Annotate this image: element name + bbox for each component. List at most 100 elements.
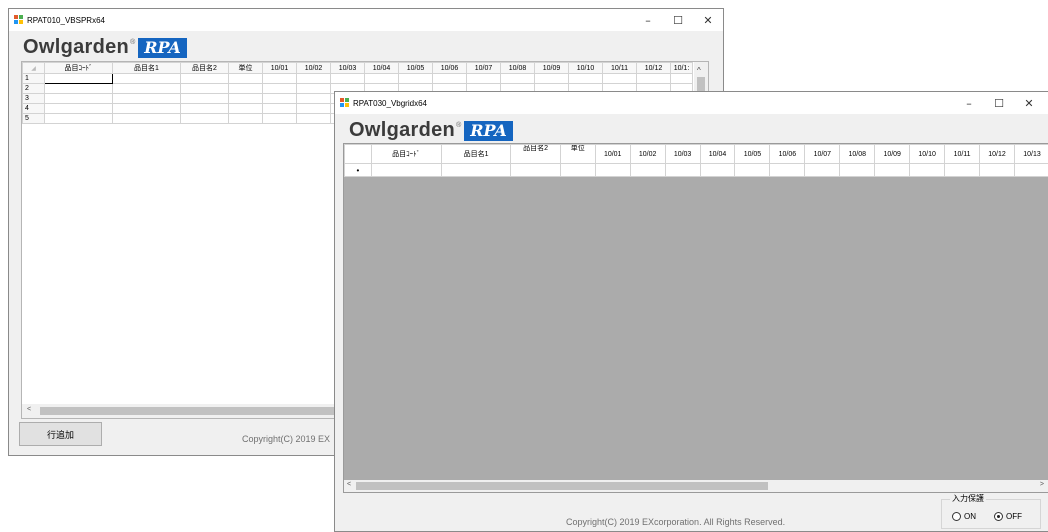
grid-cell[interactable] <box>112 83 181 94</box>
maximize-button[interactable]: ☐ <box>663 9 693 31</box>
grid-cell[interactable] <box>44 73 113 84</box>
grid-cell[interactable] <box>180 113 229 124</box>
title-bar[interactable]: RPAT010_VBSPRx64 – ☐ ✕ <box>9 9 723 31</box>
radio-on-circle[interactable] <box>952 512 961 521</box>
column-header[interactable]: 品目名1 <box>440 144 512 164</box>
row-header[interactable]: 4 <box>22 103 45 114</box>
horizontal-scrollbar[interactable]: < > <box>344 480 1048 492</box>
column-header[interactable]: 単位 <box>228 62 263 74</box>
column-header[interactable]: 10/05 <box>398 62 433 74</box>
grid-cell[interactable] <box>112 73 181 84</box>
column-header[interactable]: 10/13 <box>1013 144 1048 164</box>
maximize-button[interactable]: ☐ <box>984 92 1014 114</box>
horizontal-scroll-thumb[interactable] <box>356 482 768 490</box>
grid-cell[interactable] <box>629 163 666 177</box>
grid-cell[interactable] <box>262 83 297 94</box>
grid-cell[interactable] <box>112 93 181 104</box>
grid-cell[interactable] <box>296 103 331 114</box>
grid-cell[interactable] <box>432 73 467 84</box>
grid-cell[interactable] <box>602 73 637 84</box>
grid-cell[interactable] <box>874 163 911 177</box>
grid-cell[interactable] <box>296 73 331 84</box>
grid-cell[interactable] <box>228 113 263 124</box>
grid-cell[interactable] <box>636 73 671 84</box>
grid-cell[interactable] <box>734 163 771 177</box>
column-header[interactable]: 10/11 <box>602 62 637 74</box>
grid-cell[interactable] <box>44 103 113 114</box>
column-header[interactable]: 10/04 <box>699 144 736 164</box>
column-header[interactable]: 10/06 <box>769 144 806 164</box>
corner-cell[interactable]: ◢ <box>22 62 45 74</box>
column-header[interactable]: 10/02 <box>629 144 666 164</box>
column-header[interactable]: 10/08 <box>839 144 876 164</box>
grid-cell[interactable] <box>44 83 113 94</box>
minimize-button[interactable]: – <box>633 9 663 31</box>
grid-cell[interactable] <box>1013 163 1048 177</box>
minimize-button[interactable]: – <box>954 92 984 114</box>
radio-off-circle[interactable] <box>994 512 1003 521</box>
grid-cell[interactable] <box>180 73 229 84</box>
column-header[interactable]: 10/12 <box>979 144 1015 164</box>
column-header[interactable]: 品目名1 <box>112 62 181 74</box>
scroll-left-arrow[interactable]: < <box>27 406 31 413</box>
column-header[interactable]: 10/01 <box>262 62 297 74</box>
column-header[interactable]: 10/1: <box>670 62 693 74</box>
grid-cell[interactable] <box>466 73 501 84</box>
column-header[interactable]: 10/07 <box>466 62 501 74</box>
grid-cell[interactable] <box>262 73 297 84</box>
grid-cell[interactable] <box>180 93 229 104</box>
radio-off[interactable]: OFF <box>994 512 1022 521</box>
grid-cell[interactable] <box>594 163 631 177</box>
column-header[interactable]: 品目名2 <box>510 144 561 164</box>
grid-cell[interactable] <box>180 103 229 114</box>
scroll-up-arrow[interactable]: ^ <box>697 66 701 75</box>
row-header[interactable]: 2 <box>22 83 45 94</box>
datagrid[interactable]: 品目ｺｰﾄﾞ 品目名1 品目名2 単位 10/01 10/02 10/03 10… <box>343 143 1048 493</box>
grid-cell[interactable] <box>228 83 263 94</box>
grid-cell[interactable] <box>909 163 946 177</box>
column-header[interactable]: 10/04 <box>364 62 399 74</box>
grid-cell[interactable] <box>112 113 181 124</box>
grid-cell[interactable] <box>804 163 841 177</box>
grid-cell[interactable] <box>364 73 399 84</box>
grid-cell[interactable] <box>262 103 297 114</box>
column-header[interactable]: 10/11 <box>944 144 981 164</box>
column-header[interactable]: 10/01 <box>594 144 631 164</box>
row-header[interactable]: 1 <box>22 73 45 84</box>
grid-cell[interactable] <box>296 83 331 94</box>
grid-cell[interactable] <box>944 163 981 177</box>
row-header-corner[interactable] <box>344 144 372 164</box>
column-header[interactable]: 品目ｺｰﾄﾞ <box>44 62 113 74</box>
grid-cell[interactable] <box>228 103 263 114</box>
grid-cell[interactable] <box>370 163 442 177</box>
column-header[interactable]: 10/09 <box>534 62 569 74</box>
table-row[interactable]: 1 <box>22 73 693 84</box>
add-row-button[interactable]: 行追加 <box>19 422 102 446</box>
scroll-left-arrow[interactable]: < <box>347 481 351 488</box>
column-header[interactable]: 10/05 <box>734 144 771 164</box>
grid-cell[interactable] <box>296 113 331 124</box>
column-header[interactable]: 品目名2 <box>180 62 229 74</box>
column-header[interactable]: 10/08 <box>500 62 535 74</box>
grid-cell[interactable] <box>330 73 365 84</box>
title-bar[interactable]: RPAT030_Vbgridx64 – ☐ ✕ <box>335 92 1048 114</box>
close-button[interactable]: ✕ <box>1014 92 1044 114</box>
grid-cell[interactable] <box>44 113 113 124</box>
grid-cell[interactable] <box>568 73 603 84</box>
grid-cell[interactable] <box>112 103 181 114</box>
grid-cell[interactable] <box>699 163 736 177</box>
horizontal-scroll-thumb[interactable] <box>40 407 340 415</box>
grid-cell[interactable] <box>398 73 433 84</box>
grid-cell[interactable] <box>510 163 561 177</box>
grid-cell[interactable] <box>979 163 1015 177</box>
column-header[interactable]: 10/12 <box>636 62 671 74</box>
column-header[interactable]: 10/10 <box>568 62 603 74</box>
row-header[interactable]: 3 <box>22 93 45 104</box>
new-row[interactable]: • <box>344 163 1048 177</box>
grid-cell[interactable] <box>228 73 263 84</box>
scroll-right-arrow[interactable]: > <box>1040 481 1044 488</box>
grid-cell[interactable] <box>180 83 229 94</box>
grid-cell[interactable] <box>500 73 535 84</box>
grid-cell[interactable] <box>769 163 806 177</box>
grid-cell[interactable] <box>44 93 113 104</box>
